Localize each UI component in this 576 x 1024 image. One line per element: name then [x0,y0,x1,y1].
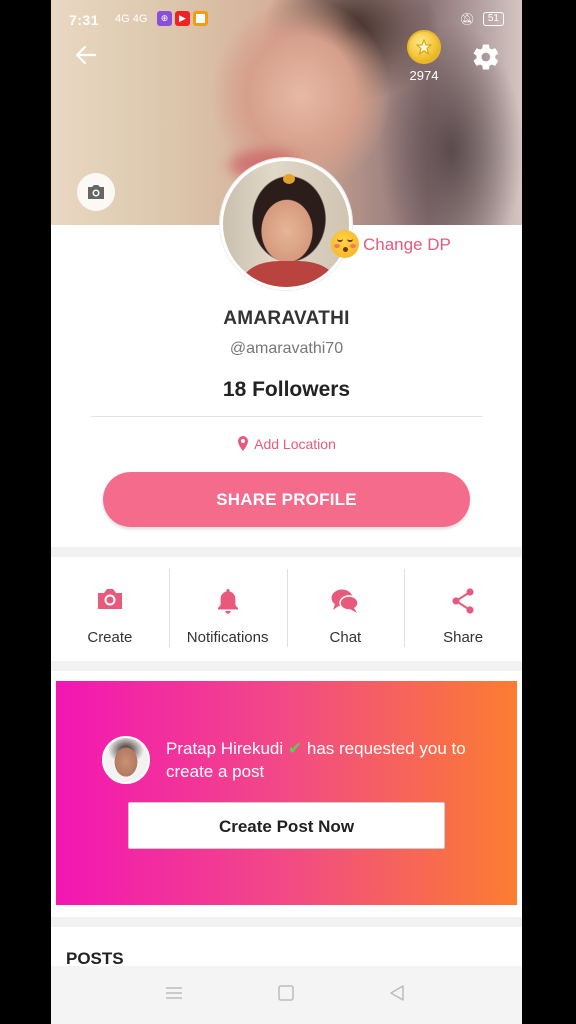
blush-emoji-icon [331,230,359,258]
share-icon [452,588,474,614]
create-action[interactable]: Create [51,557,169,661]
chat-icon [331,589,360,613]
profile-avatar[interactable] [220,158,352,290]
post-request-banner: Pratap Hirekudi ✔ has requested you to c… [56,681,517,905]
chat-action-label: Chat [329,629,362,646]
app-notification-icon: ⊕ [157,11,172,26]
requester-avatar[interactable] [102,736,150,784]
notifications-action[interactable]: Notifications [168,557,287,661]
divider [91,416,483,417]
share-action-label: Share [443,629,484,646]
location-pin-icon [238,436,249,451]
change-cover-button[interactable] [77,173,115,211]
requester-name[interactable]: Pratap Hirekudi [166,739,283,758]
profile-handle: @amaravathi70 [229,340,344,357]
create-action-label: Create [87,629,133,646]
back-button[interactable] [73,42,103,72]
gear-icon [473,44,499,70]
chat-action[interactable]: Chat [286,557,405,661]
share-action[interactable]: Share [404,557,522,661]
change-dp-link[interactable]: Change DP [363,235,451,255]
share-profile-button[interactable]: SHARE PROFILE [103,472,470,527]
notifications-action-label: Notifications [186,629,269,646]
app-screen: 7:31 4G 4G ⊕ ▶ 🔕︎ 51 2974 Change DP AMAR… [51,0,522,1024]
coin-count: 2974 [409,68,439,83]
camera-icon [97,589,122,609]
avatar-detail [283,174,295,184]
followers-count[interactable]: 18 Followers [51,378,522,402]
camera-icon [88,185,104,199]
verified-check-icon: ✔ [287,739,303,758]
coin-icon[interactable] [407,30,441,64]
status-bar: 7:31 4G 4G ⊕ ▶ 🔕︎ 51 [51,8,522,34]
request-message: Pratap Hirekudi ✔ has requested you to c… [166,737,496,783]
signal-indicator: 4G 4G [115,13,148,25]
settings-button[interactable] [471,42,501,72]
mute-icon: 🔕︎ [459,12,475,26]
add-location-label: Add Location [254,436,336,452]
profile-name: AMARAVATHI [223,308,350,329]
youtube-icon: ▶ [175,11,190,26]
create-post-now-button[interactable]: Create Post Now [128,802,445,849]
add-location-link[interactable]: Add Location [51,436,522,452]
post-request-section: Pratap Hirekudi ✔ has requested you to c… [51,671,522,917]
bell-icon [217,589,238,614]
system-nav-bar [51,966,522,1024]
home-icon[interactable] [277,984,295,1002]
notification-icons: ⊕ ▶ [157,11,208,26]
action-bar: Create Notifications Chat Share [51,557,522,661]
avatar-detail [243,261,335,287]
battery-indicator: 51 [482,12,504,26]
back-arrow-icon [75,45,97,65]
status-right: 🔕︎ 51 [460,12,504,26]
app-notification-icon [193,11,208,26]
menu-icon[interactable] [164,984,184,1002]
back-icon[interactable] [388,984,406,1002]
status-time: 7:31 [69,12,100,28]
